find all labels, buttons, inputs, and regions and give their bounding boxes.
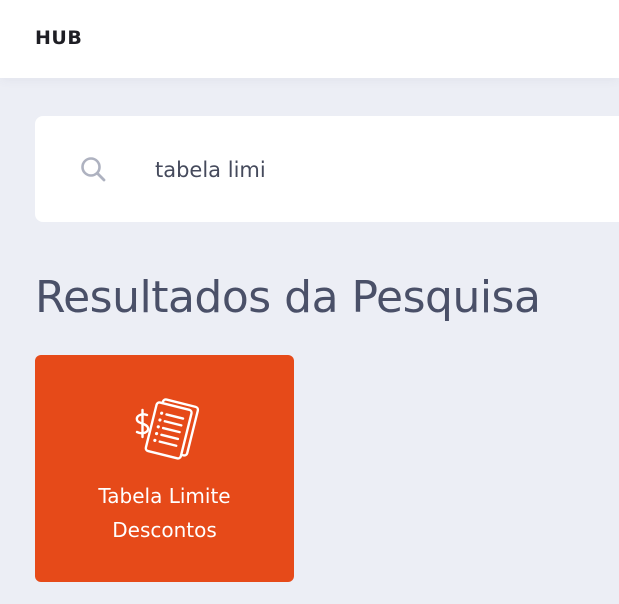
- result-tile-tabela-limite-descontos[interactable]: Tabela Limite Descontos: [35, 355, 294, 582]
- search-input[interactable]: [155, 150, 595, 190]
- top-bar: HUB: [0, 0, 619, 78]
- result-tile-label: Tabela Limite Descontos: [98, 484, 231, 542]
- brand-logo-text[interactable]: HUB: [35, 27, 82, 49]
- price-list-icon: [127, 391, 203, 467]
- results-title: Resultados da Pesquisa: [35, 272, 541, 323]
- search-icon[interactable]: [79, 155, 107, 183]
